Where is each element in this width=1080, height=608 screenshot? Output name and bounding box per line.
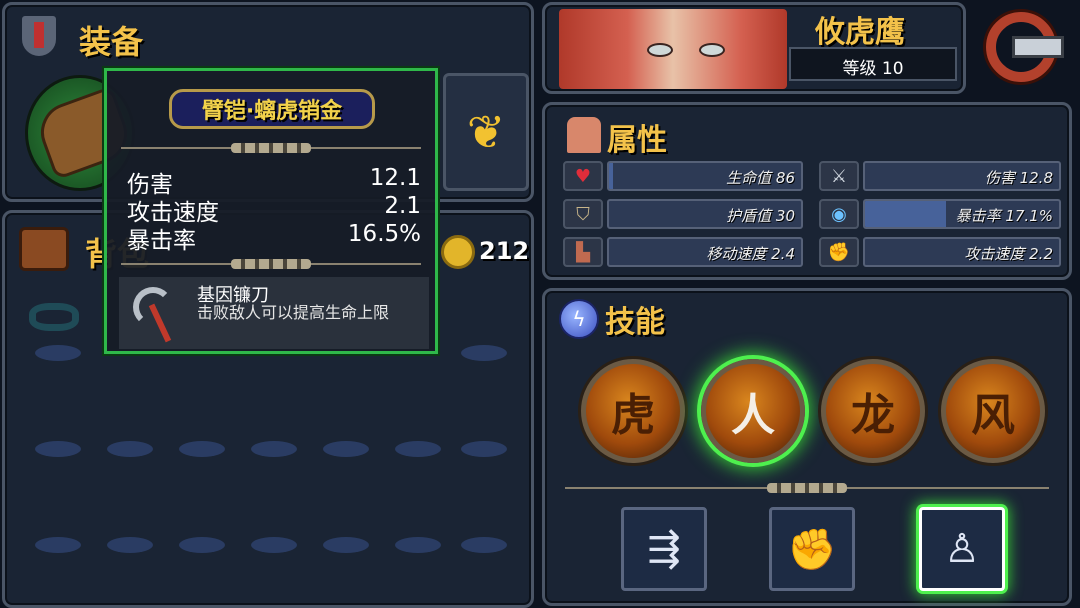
- backpack-slot[interactable]: [35, 345, 81, 361]
- sword-icon: ⚔: [819, 161, 859, 191]
- skill-orb-tiger[interactable]: 虎: [581, 359, 685, 463]
- character-portrait: [559, 9, 787, 89]
- backpack-slot[interactable]: [251, 537, 297, 553]
- stat-label: 暴击率: [127, 228, 196, 254]
- stat-fill: [865, 201, 947, 227]
- backpack-icon: [19, 227, 69, 271]
- scythe-icon: [127, 283, 185, 343]
- backpack-slot[interactable]: [461, 345, 507, 361]
- stat-label: 生命值 86: [726, 169, 795, 187]
- backpack-slot[interactable]: [323, 537, 369, 553]
- skills-title: 技能: [605, 305, 665, 340]
- item-name-banner: 臂铠·螭虎销金: [169, 89, 375, 129]
- coin-icon: [441, 235, 475, 269]
- skill-glyph: 人: [731, 390, 775, 441]
- level-text: 等级 10: [842, 59, 904, 79]
- stat-fill: [609, 163, 613, 189]
- stat-crit: ◉ 暴击率 17.1%: [819, 199, 1061, 229]
- dash-punch-icon: ⇶: [647, 526, 681, 572]
- backpack-slot[interactable]: [35, 537, 81, 553]
- lightning-orb-icon: ϟ: [559, 299, 599, 339]
- winged-syringe-icon: ❦: [466, 105, 506, 159]
- backpack-slot[interactable]: [461, 441, 507, 457]
- tooltip-stat-row: 攻击速度 2.1: [127, 193, 421, 226]
- backpack-slot[interactable]: [179, 441, 225, 457]
- tooltip-divider-top: [121, 143, 421, 153]
- equipment-title: 装备: [79, 23, 144, 61]
- eye-icon: ◉: [819, 199, 859, 229]
- tooltip-divider-bottom: [121, 259, 421, 269]
- skill-orb-dragon[interactable]: 龙: [821, 359, 925, 463]
- attributes-panel: 属性 ♥ 生命值 86 ⚔ 伤害 12.8 ⛉ 护盾值 30 ◉ 暴击率 17.…: [542, 102, 1072, 280]
- backpack-slot[interactable]: [395, 537, 441, 553]
- stat-value: 12.1: [369, 165, 421, 191]
- skills-divider: [565, 483, 1049, 493]
- figure-icon: ♙: [944, 526, 980, 572]
- tooltip-stat-row: 暴击率 16.5%: [127, 221, 421, 254]
- skill-glyph: 虎: [611, 390, 655, 441]
- equipment-header-icon: [19, 13, 59, 59]
- heart-icon: ♥: [563, 161, 603, 191]
- boot-icon: ▙: [563, 237, 603, 267]
- skill-button-figure[interactable]: ♙: [919, 507, 1005, 591]
- perk-description: 击败敌人可以提高生命上限: [197, 303, 390, 322]
- stat-shield: ⛉ 护盾值 30: [563, 199, 803, 229]
- attributes-title: 属性: [607, 123, 667, 158]
- body-icon: [567, 117, 601, 153]
- shield-icon: ⛉: [563, 199, 603, 229]
- stat-value: 2.1: [384, 193, 421, 219]
- portrait-eye-left: [647, 43, 673, 57]
- fist-icon: ✊: [819, 237, 859, 267]
- skill-orb-wind[interactable]: 风: [941, 359, 1045, 463]
- backpack-slot[interactable]: [179, 537, 225, 553]
- stat-attack-speed: ✊ 攻击速度 2.2: [819, 237, 1061, 267]
- skill-glyph: 龙: [851, 390, 895, 441]
- back-button[interactable]: [982, 12, 1068, 82]
- level-box: 等级 10: [789, 47, 957, 81]
- stat-label: 护盾值 30: [726, 207, 795, 225]
- skill-button-dash-punch[interactable]: ⇶: [621, 507, 707, 591]
- stat-label: 暴击率 17.1%: [955, 207, 1053, 225]
- stat-health: ♥ 生命值 86: [563, 161, 803, 191]
- backpack-slot[interactable]: [107, 441, 153, 457]
- skills-panel: ϟ 技能 虎 人 龙 风 ⇶ ✊ ♙: [542, 288, 1072, 606]
- item-tooltip: 臂铠·螭虎销金 伤害 12.1 攻击速度 2.1 暴击率 16.5% 基因镰刀 …: [104, 68, 438, 354]
- belt-icon: [29, 303, 79, 331]
- backpack-item-belt[interactable]: [25, 299, 85, 339]
- tooltip-stat-row: 伤害 12.1: [127, 165, 421, 198]
- backpack-slot[interactable]: [251, 441, 297, 457]
- stat-label: 攻击速度 2.2: [964, 245, 1053, 263]
- fist-plus-icon: ✊: [787, 526, 837, 573]
- stat-damage: ⚔ 伤害 12.8: [819, 161, 1061, 191]
- portrait-eye-right: [699, 43, 725, 57]
- equipped-accessory-slot[interactable]: ❦: [443, 73, 529, 191]
- backpack-slot[interactable]: [395, 441, 441, 457]
- stat-label: 伤害 12.8: [984, 169, 1053, 187]
- coin-counter: 212: [441, 233, 533, 273]
- skill-glyph: 风: [971, 390, 1015, 441]
- backpack-slot[interactable]: [35, 441, 81, 457]
- stat-label: 移动速度 2.4: [706, 245, 795, 263]
- backpack-slot[interactable]: [461, 537, 507, 553]
- backpack-slot[interactable]: [107, 537, 153, 553]
- skill-orb-figure[interactable]: 人: [701, 359, 805, 463]
- backpack-slot[interactable]: [323, 441, 369, 457]
- item-name: 臂铠·螭虎销金: [201, 99, 343, 124]
- character-name: 攸虎鹰: [815, 15, 905, 50]
- stat-move-speed: ▙ 移动速度 2.4: [563, 237, 803, 267]
- stat-value: 16.5%: [347, 221, 421, 247]
- skill-button-fist-plus[interactable]: ✊: [769, 507, 855, 591]
- perk-row: 基因镰刀 击败敌人可以提高生命上限: [119, 277, 429, 349]
- character-panel: 攸虎鹰 等级 10: [542, 2, 966, 94]
- coin-amount: 212: [479, 237, 530, 265]
